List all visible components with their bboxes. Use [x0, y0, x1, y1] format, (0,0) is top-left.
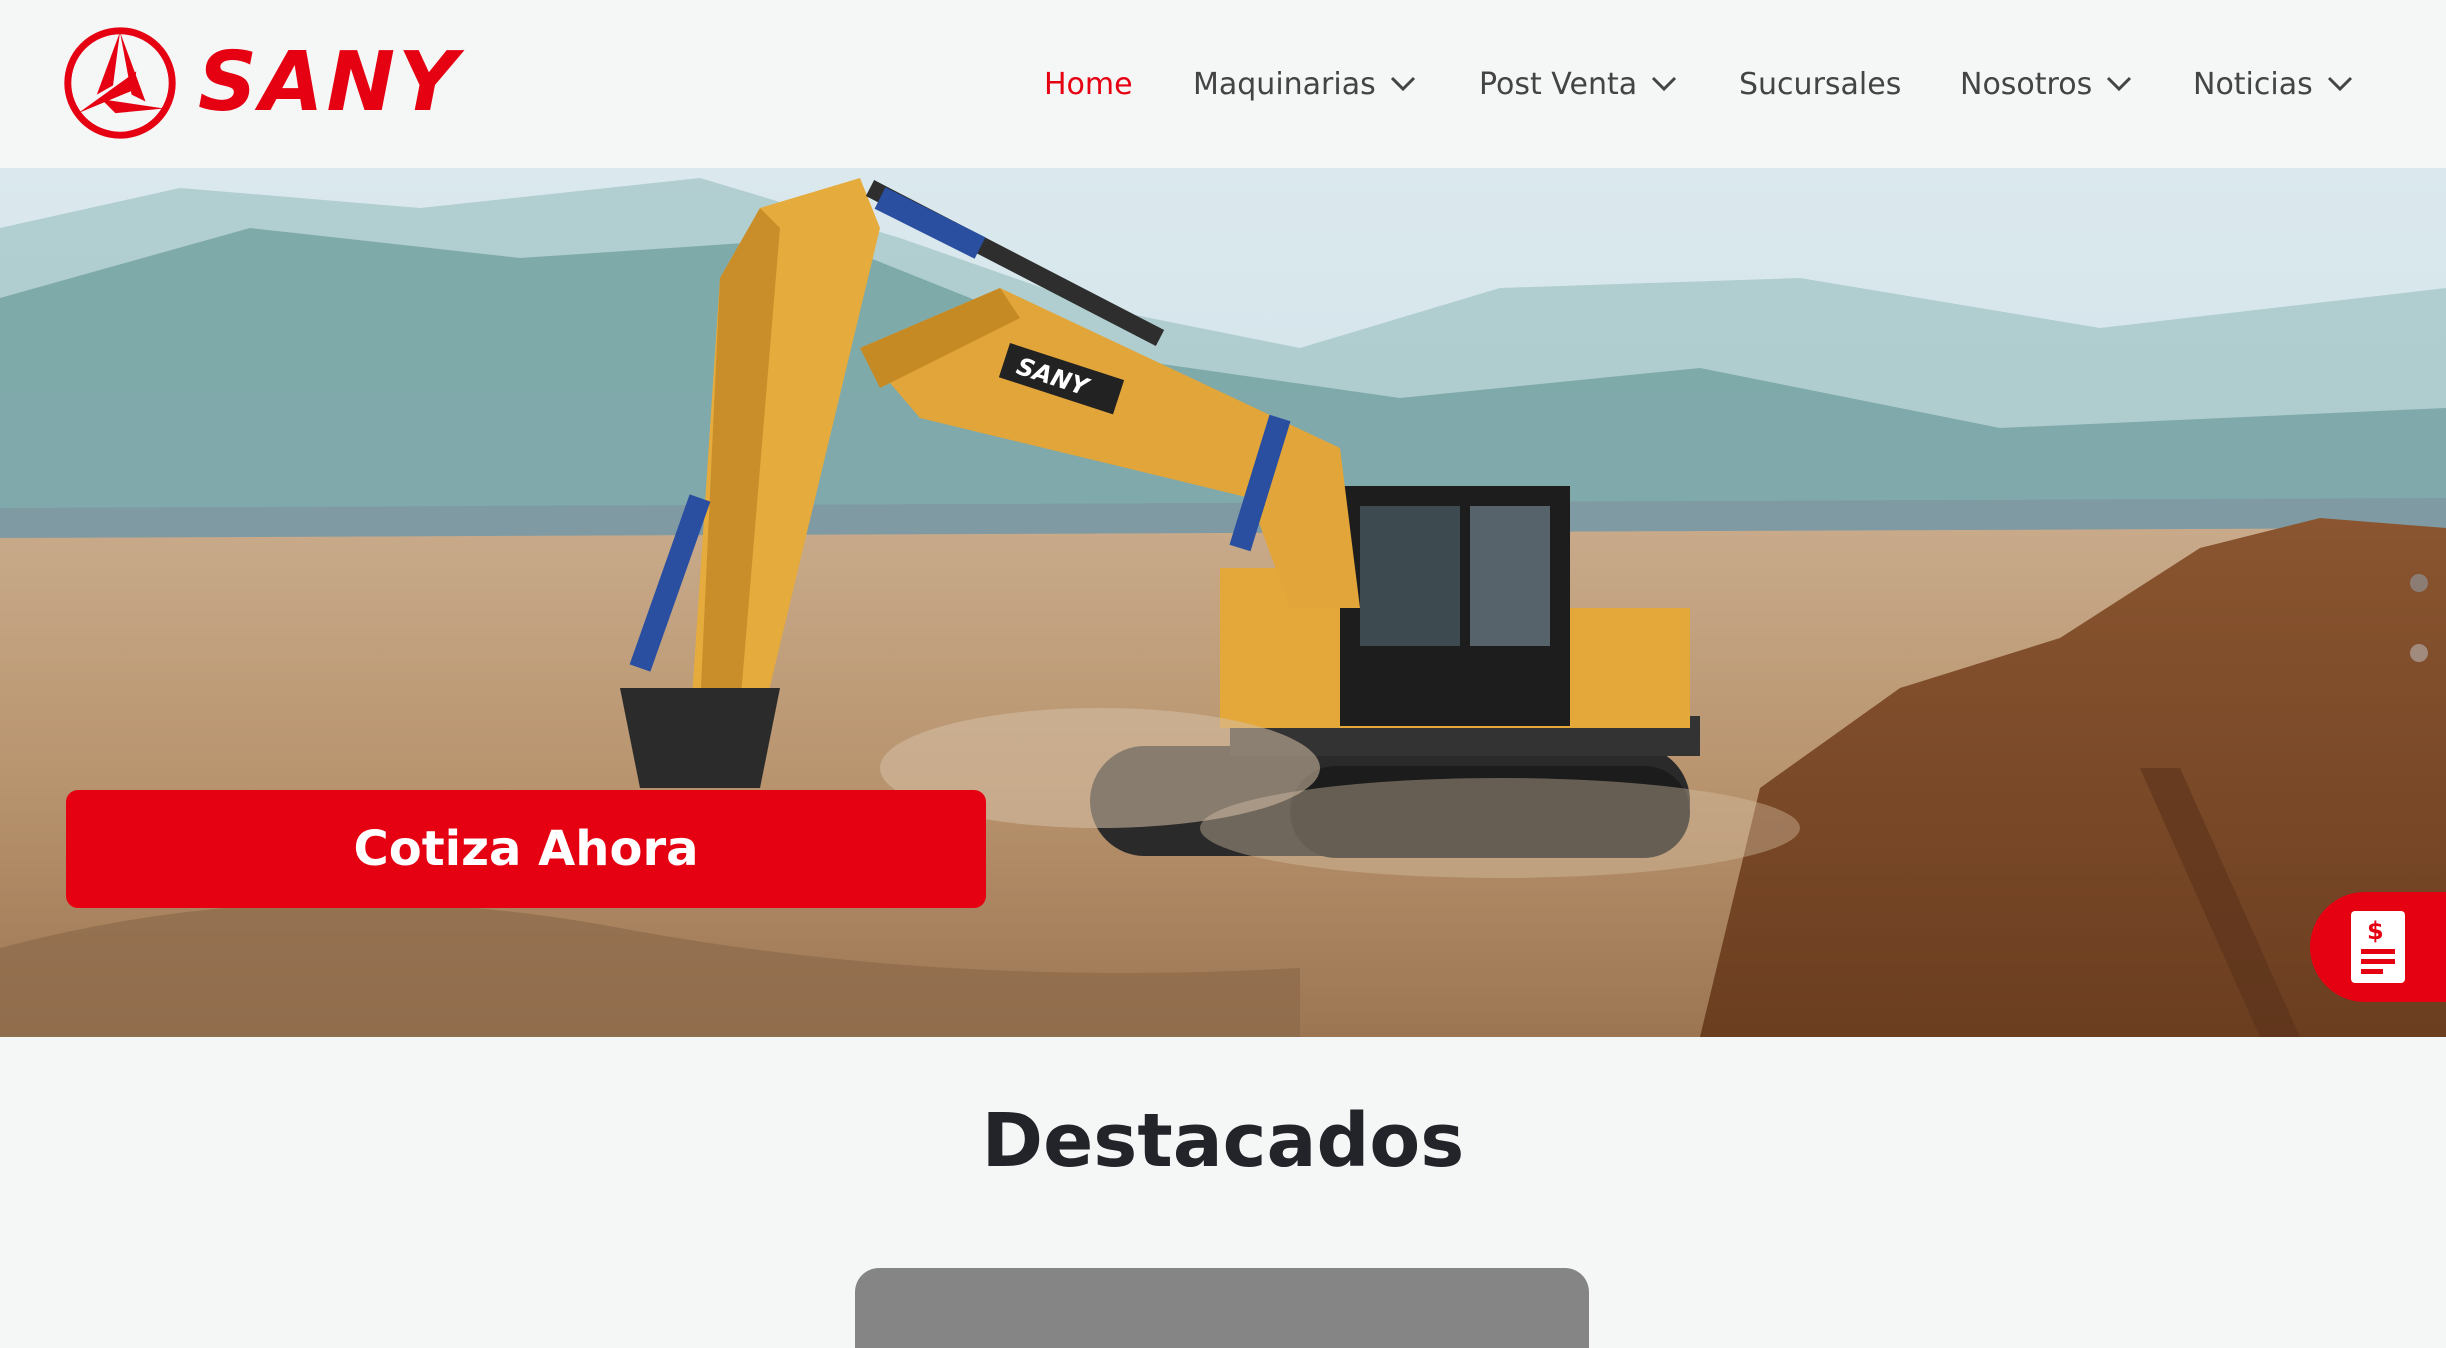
nav-noticias[interactable]: Noticias: [2193, 58, 2353, 110]
nav-post-venta[interactable]: Post Venta: [1479, 58, 1677, 110]
floating-quote-button[interactable]: $: [2310, 892, 2446, 1002]
main-nav: Home Maquinarias Post Venta Sucursales N…: [0, 58, 2446, 110]
featured-card[interactable]: [855, 1268, 1589, 1348]
nav-noticias-label: Noticias: [2193, 66, 2313, 102]
nav-nosotros-label: Nosotros: [1960, 66, 2093, 102]
chevron-down-icon: [1390, 76, 1415, 92]
nav-sucursales-label: Sucursales: [1739, 66, 1902, 102]
nav-sucursales[interactable]: Sucursales: [1739, 58, 1901, 110]
nav-maquinarias[interactable]: Maquinarias: [1193, 58, 1416, 110]
chevron-down-icon: [1652, 76, 1677, 92]
nav-nosotros[interactable]: Nosotros: [1960, 58, 2132, 110]
nav-maquinarias-label: Maquinarias: [1193, 66, 1376, 102]
nav-home[interactable]: Home: [1044, 58, 1133, 110]
featured-title: Destacados: [981, 1098, 1465, 1184]
quote-invoice-icon: $: [2351, 911, 2405, 983]
chevron-down-icon: [2107, 76, 2132, 92]
cotiza-ahora-button[interactable]: Cotiza Ahora: [66, 790, 986, 908]
site-header: SANY Home Maquinarias Post Venta Sucursa…: [0, 0, 2446, 168]
chevron-down-icon: [2327, 76, 2352, 92]
svg-text:$: $: [2367, 917, 2384, 945]
hero-banner: SANY Cotiza Ahora $: [0, 168, 2446, 1037]
slider-dot[interactable]: [2410, 574, 2428, 592]
slider-dot[interactable]: [2410, 644, 2428, 662]
nav-home-label: Home: [1044, 66, 1133, 102]
nav-post-venta-label: Post Venta: [1479, 66, 1638, 102]
